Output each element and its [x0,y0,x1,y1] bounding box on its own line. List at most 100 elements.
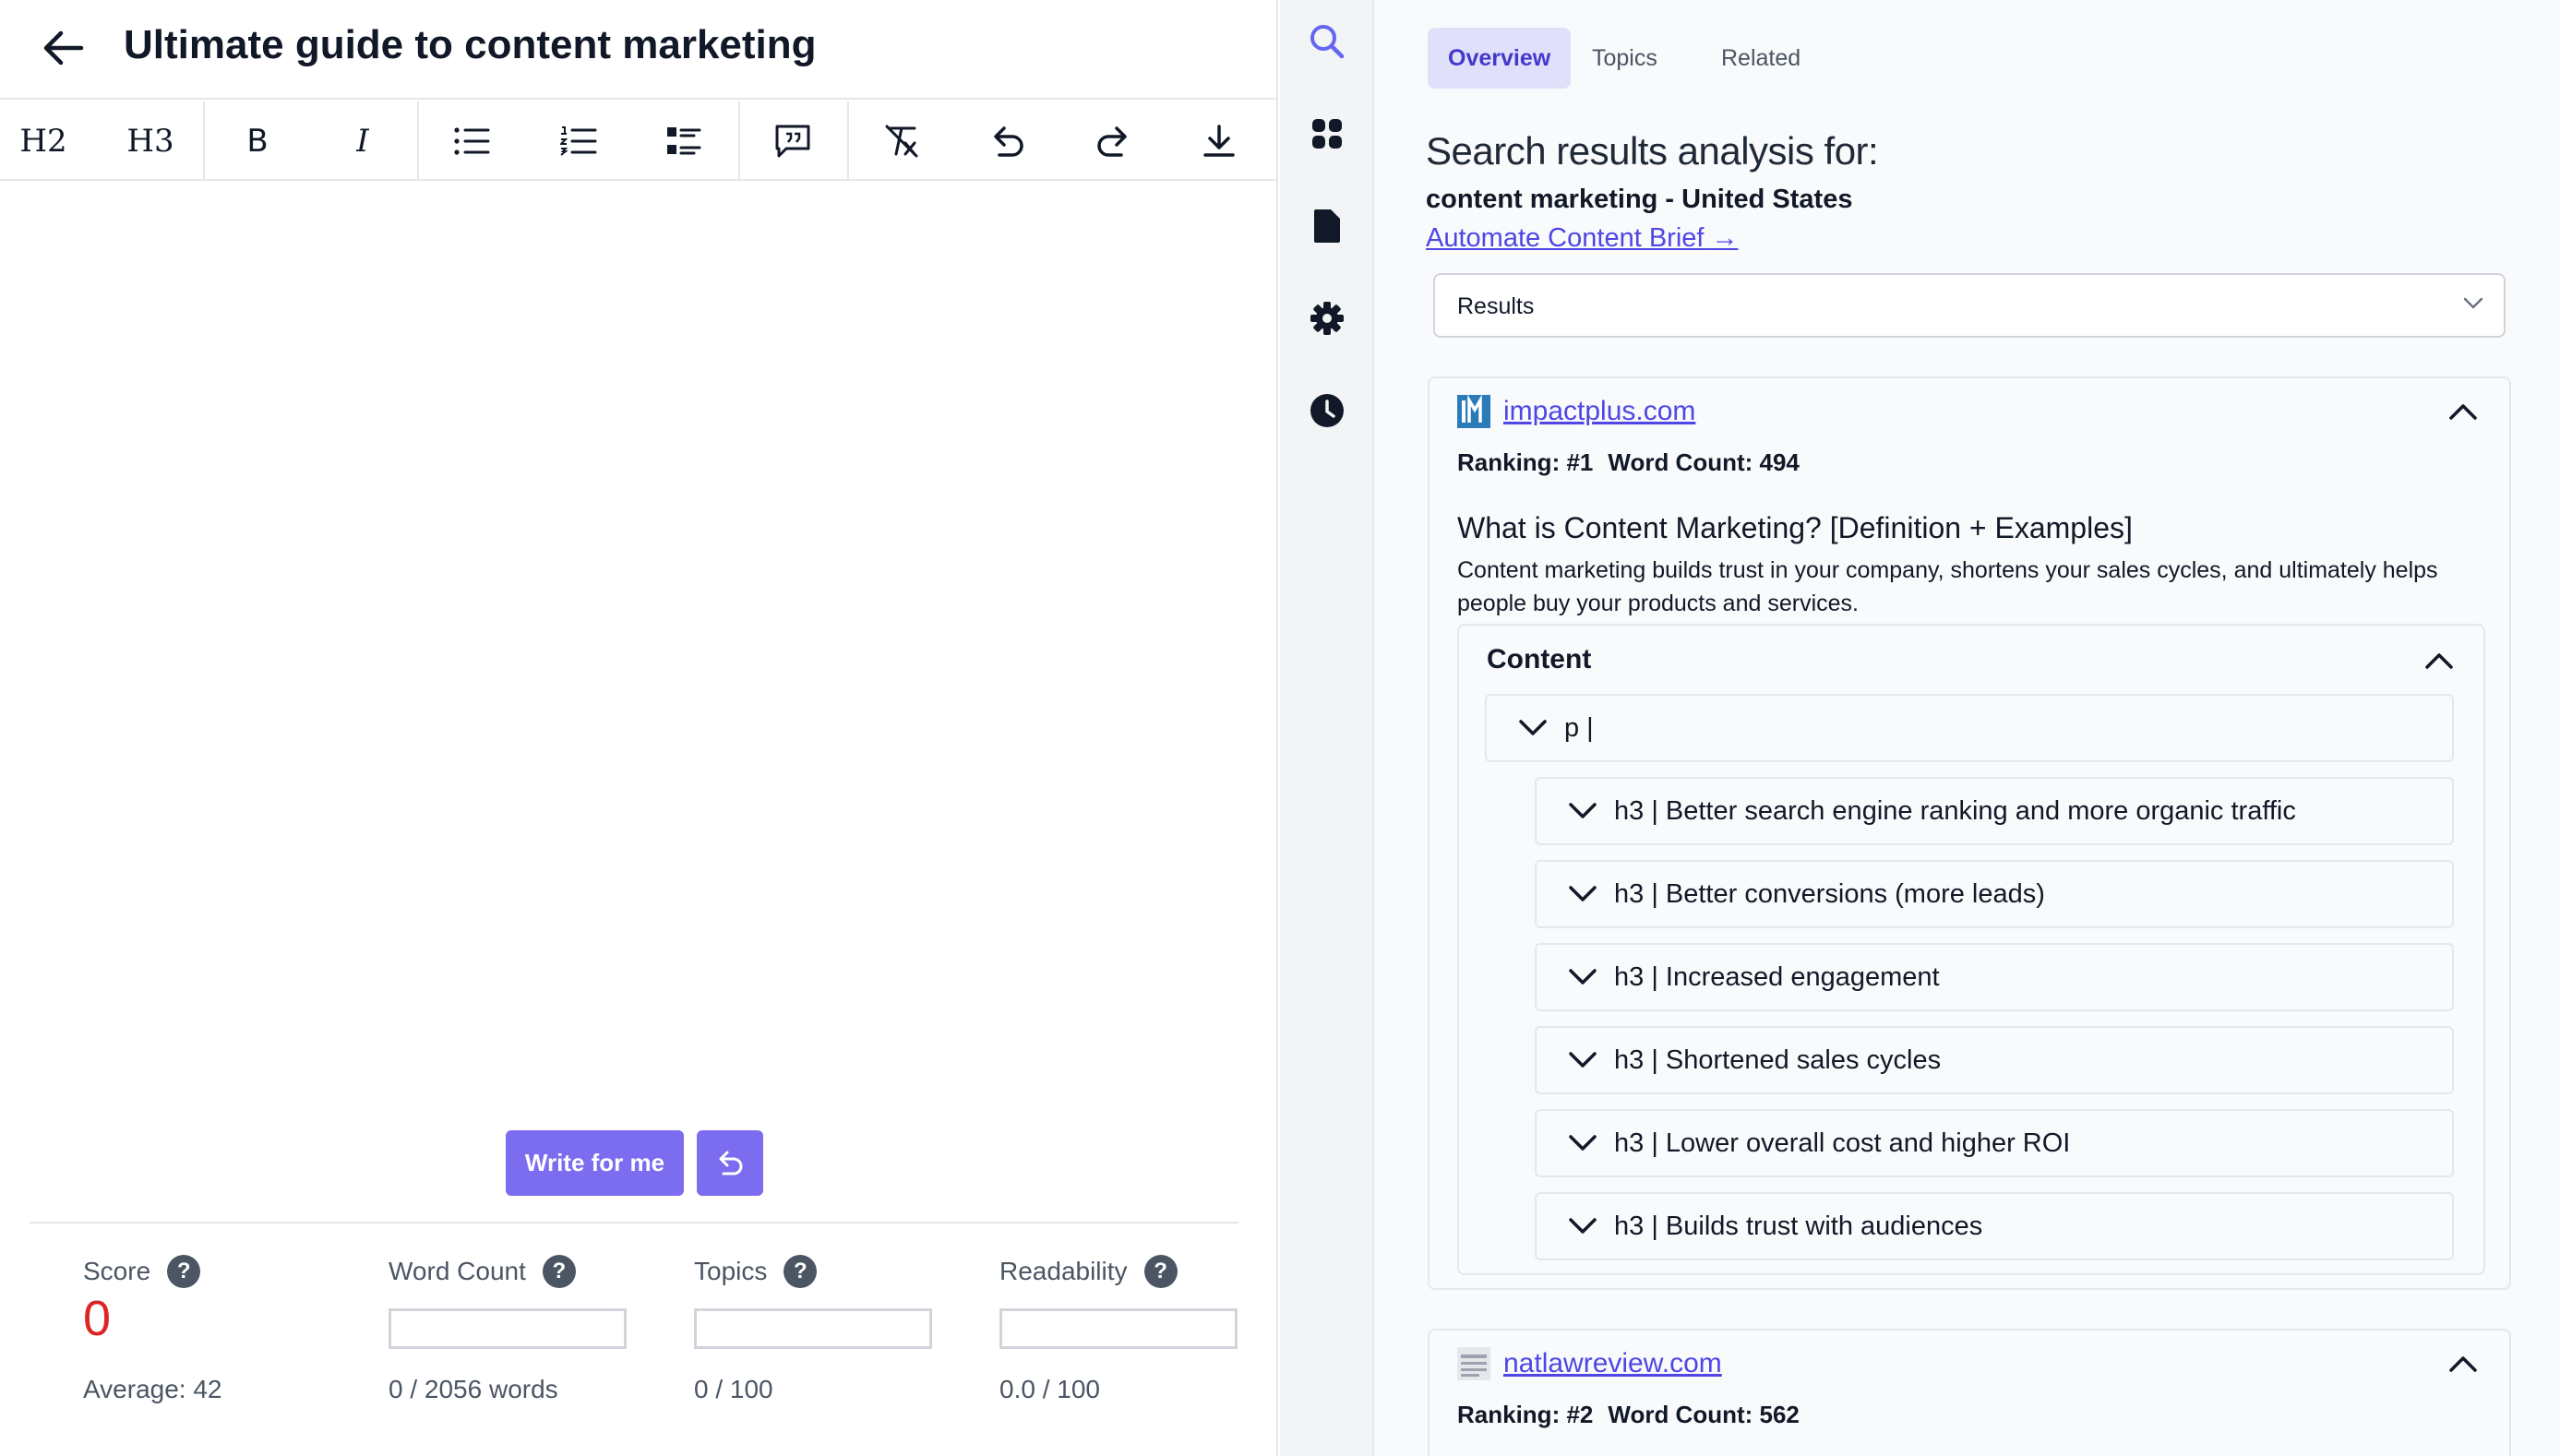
content-outline-label: Content [1487,644,1592,674]
checklist-button[interactable] [640,101,727,181]
outline-node-text: h3 | Better search engine ranking and mo… [1614,795,2296,826]
readability-label-text: Readability [999,1257,1128,1285]
formatting-toolbar: H2 H3 B I [0,101,1278,181]
chevron-down-icon [1516,711,1549,745]
automate-brief-link[interactable]: Automate Content Brief → [1426,223,1739,254]
chevron-down-icon [1566,961,1599,994]
chevron-down-icon [1566,1210,1599,1243]
bold-button[interactable]: B [214,101,301,181]
result-site-row: impactplus.com [1457,395,1695,428]
chevron-up-icon[interactable] [2419,640,2459,681]
score-label: Score ? [83,1255,201,1288]
numbered-list-button[interactable] [535,101,622,181]
outline-node[interactable]: h3 | Better search engine ranking and mo… [1535,777,2454,845]
toolbar-divider [738,101,740,181]
document-icon[interactable] [1304,203,1350,249]
result-site-row: natlawreview.com [1457,1347,1722,1380]
result-site-link[interactable]: natlawreview.com [1503,1348,1722,1379]
help-icon[interactable]: ? [784,1255,818,1288]
outline-node[interactable]: p | [1485,694,2454,762]
outline-node[interactable]: h3 | Lower overall cost and higher ROI [1535,1109,2454,1177]
chevron-up-icon[interactable] [2443,1343,2483,1384]
result-ranking: Ranking: #2 [1457,1401,1594,1428]
undo-icon [719,1151,743,1175]
app: Ultimate guide to content marketing H2 H… [0,0,2560,1456]
chevron-down-icon [2463,297,2483,315]
download-icon [1203,125,1235,157]
outline-node-text: h3 | Lower overall cost and higher ROI [1614,1128,2071,1158]
topics-label: Topics ? [694,1255,818,1288]
word-count-label: Word Count ? [389,1255,576,1288]
document-title[interactable]: Ultimate guide to content marketing [124,22,817,68]
arrow-right-icon: → [1711,223,1739,253]
results-select-value: Results [1457,293,1535,319]
result-card: impactplus.com Ranking: #1 Word Count: 49… [1428,376,2511,1290]
bullet-list-button[interactable] [428,101,515,181]
content-outline: Content p | h3 | Better search engine ra… [1457,624,2485,1275]
result-card: natlawreview.com Ranking: #2 Word Count: … [1428,1329,2511,1456]
help-icon[interactable]: ? [542,1255,576,1288]
download-button[interactable] [1176,101,1262,181]
heading3-button[interactable]: H3 [107,101,194,181]
word-count-label-text: Word Count [389,1257,526,1285]
toolbar-divider [203,101,205,181]
quote-button[interactable] [749,101,836,181]
quote-icon [775,125,810,158]
tab-overview[interactable]: Overview [1428,28,1572,89]
analysis-panel: Overview Topics Related Search results a… [1374,0,2560,1456]
result-title: What is Content Marketing? [Definition +… [1457,511,2133,544]
outline-node-text: h3 | Better conversions (more leads) [1614,878,2045,909]
help-icon[interactable]: ? [167,1255,201,1288]
clear-format-icon [885,125,918,158]
undo-icon [994,126,1023,157]
outline-node[interactable]: h3 | Increased engagement [1535,943,2454,1011]
result-ranking-row: Ranking: #2 Word Count: 562 [1457,1401,1814,1429]
bold-label: B [246,123,269,160]
checklist-icon [667,127,701,155]
undo-button[interactable] [963,101,1050,181]
outline-node[interactable]: h3 | Shortened sales cycles [1535,1026,2454,1094]
chevron-down-icon [1566,1044,1599,1077]
analysis-title: Search results analysis for: [1426,129,1879,173]
toolbar-divider [417,101,419,181]
grid-icon[interactable] [1304,111,1350,157]
natlawreview-favicon-icon [1457,1347,1490,1380]
outline-node[interactable]: h3 | Better conversions (more leads) [1535,860,2454,928]
bullet-list-icon [454,127,490,155]
result-site-link[interactable]: impactplus.com [1503,396,1695,427]
score-label-text: Score [83,1257,151,1285]
undo-generation-button[interactable] [697,1130,763,1196]
readability-progress-bar [999,1308,1238,1349]
topics-value: 0 / 100 [694,1375,773,1403]
italic-label: I [356,123,369,160]
heading3-label: H3 [126,123,174,160]
word-count-value: 0 / 2056 words [389,1375,558,1403]
italic-button[interactable]: I [319,101,406,181]
redo-button[interactable] [1071,101,1157,181]
clock-icon[interactable] [1304,388,1350,434]
chevron-up-icon[interactable] [2443,391,2483,432]
write-for-me-button[interactable]: Write for me [506,1130,684,1196]
back-arrow-icon[interactable] [41,28,87,68]
icon-rail [1280,0,1374,1456]
tab-topics[interactable]: Topics [1572,28,1678,89]
results-select[interactable]: Results [1433,273,2506,338]
result-ranking: Ranking: #1 [1457,448,1594,476]
help-icon[interactable]: ? [1143,1255,1178,1288]
search-icon[interactable] [1304,18,1350,65]
metrics-divider [30,1222,1238,1223]
editor-header: Ultimate guide to content marketing [0,0,1278,100]
outline-node-text: p | [1564,712,1594,743]
redo-icon [1097,126,1127,157]
outline-node-text: h3 | Shortened sales cycles [1614,1044,1942,1075]
outline-node-text: h3 | Increased engagement [1614,961,1940,992]
gear-icon[interactable] [1304,295,1350,341]
analysis-query: content marketing - United States [1426,185,1853,214]
outline-node[interactable]: h3 | Builds trust with audiences [1535,1192,2454,1260]
topics-label-text: Topics [694,1257,768,1285]
clear-format-button[interactable] [858,101,945,181]
tab-related[interactable]: Related [1701,28,1821,89]
heading2-button[interactable]: H2 [0,101,87,181]
score-average: Average: 42 [83,1375,222,1403]
result-word-count: Word Count: 494 [1608,448,1800,476]
